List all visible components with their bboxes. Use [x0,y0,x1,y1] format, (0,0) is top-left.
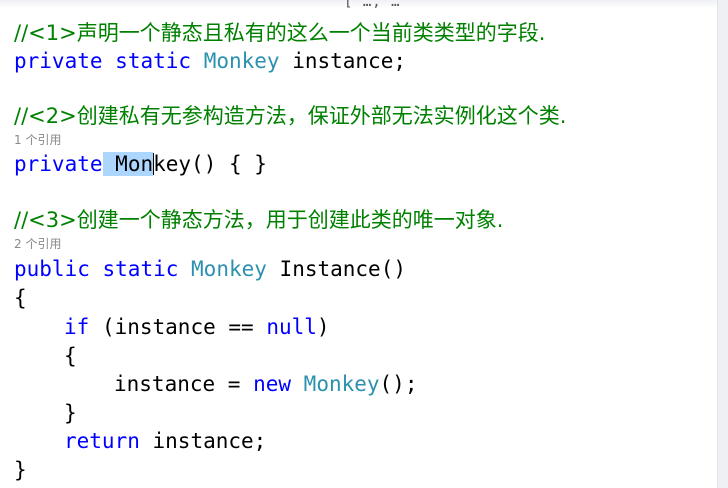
if-line: if (instance == null) [14,314,330,340]
keyword-static: static [102,257,179,281]
comment-line-1: //<1>声明一个静态且私有的这么一个当前类类型的字段. [14,21,546,45]
method-signature-line: public static Monkey Instance() [14,256,406,282]
keyword-private: private [14,152,103,176]
if-brace-close: } [64,401,77,425]
method-name: Instance() [279,257,406,281]
keyword-static: static [115,49,192,73]
keyword-null: null [266,315,317,339]
cursor-char: k [153,152,166,176]
return-line: return instance; [14,428,266,454]
method-brace-close: } [14,458,27,482]
if-condition: (instance == [101,315,267,339]
assignment-end: (); [379,372,418,396]
type-monkey: Monkey [191,257,267,281]
keyword-return: return [64,429,140,453]
return-value: instance; [152,429,267,453]
field-name: instance; [292,49,406,73]
field-declaration-line: private static Monkey instance; [14,48,406,74]
if-brace-open: { [64,344,77,368]
keyword-public: public [14,257,90,281]
code-editor[interactable]: [ …, … //<1>声明一个静态且私有的这么一个当前类类型的字段. priv… [0,0,728,488]
if-close-paren: ) [316,315,330,339]
keyword-private: private [14,49,103,73]
constructor-line: private Monkey() { } [14,151,267,177]
type-monkey: Monkey [303,372,380,396]
assignment-line: instance = new Monkey(); [14,371,417,397]
type-monkey: Monkey [203,49,280,73]
keyword-if: if [64,315,90,339]
selected-text: Mon [115,152,154,176]
vertical-scrollbar[interactable] [717,0,728,488]
reference-count-2[interactable]: 2 个引用 [14,237,61,251]
reference-count-1[interactable]: 1 个引用 [14,133,61,147]
keyword-new: new [253,372,292,396]
assignment-lhs: instance = [114,372,254,396]
constructor-rest: ey() { } [165,152,267,176]
comment-line-3: //<3>创建一个静态方法，用于创建此类的唯一对象. [14,208,504,232]
method-brace-open: { [14,286,27,310]
clipped-code-fragment: [ …, … [344,0,401,10]
comment-line-2: //<2>创建私有无参构造方法，保证外部无法实例化这个类. [14,104,567,128]
text-selection: Mon [102,152,155,176]
